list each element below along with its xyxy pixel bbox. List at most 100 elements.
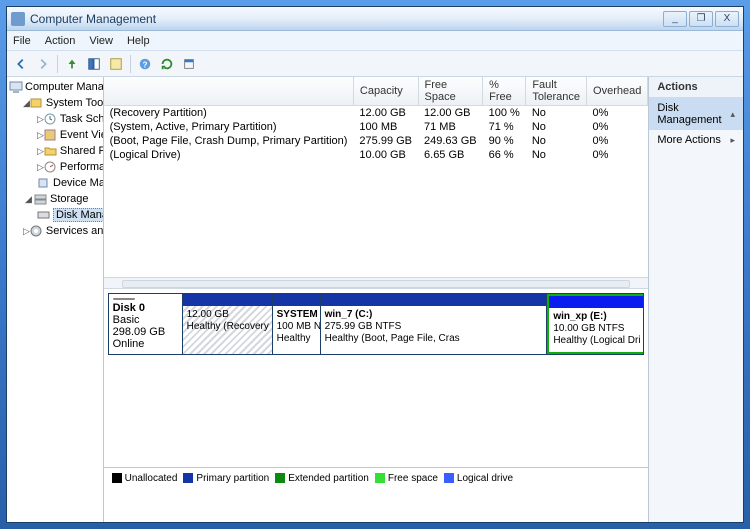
col-fault[interactable]: Fault Tolerance (526, 77, 587, 106)
up-button[interactable] (62, 54, 82, 74)
back-button[interactable] (11, 54, 31, 74)
show-hide-tree-button[interactable] (84, 54, 104, 74)
content-area: Computer Management (Local ◢System Tools… (7, 77, 743, 522)
disk-status: Online (113, 338, 178, 350)
storage-icon (34, 193, 48, 205)
tree-performance[interactable]: ▷Performance (9, 159, 101, 175)
disk-row[interactable]: Disk 0 Basic 298.09 GB Online 12.00 GB H… (108, 293, 645, 355)
partition-win7[interactable]: win_7 (C:) 275.99 GB NTFS Healthy (Boot,… (321, 294, 548, 354)
scrollbar-horizontal[interactable] (122, 280, 631, 288)
partition-body: win_7 (C:) 275.99 GB NTFS Healthy (Boot,… (321, 306, 547, 354)
clock-icon (44, 113, 58, 125)
col-free[interactable]: Free Space (418, 77, 483, 106)
menu-view[interactable]: View (89, 35, 113, 47)
expand-icon[interactable]: ▷ (37, 130, 44, 141)
table-row[interactable]: (Logical Drive)10.00 GB6.65 GB66 %No0% (104, 148, 648, 162)
actions-header: Actions (649, 77, 743, 98)
partition-cap (183, 294, 272, 306)
tree-root[interactable]: Computer Management (Local (9, 79, 101, 95)
help-button[interactable]: ? (135, 54, 155, 74)
titlebar[interactable]: Computer Management _ ❐ X (7, 7, 743, 31)
col-volume[interactable] (104, 77, 354, 106)
table-row[interactable]: (Boot, Page File, Crash Dump, Primary Pa… (104, 134, 648, 148)
partition-cap (321, 294, 547, 306)
tree-storage[interactable]: ◢Storage (9, 191, 101, 207)
toolbar-separator (130, 55, 131, 73)
menu-file[interactable]: File (13, 35, 31, 47)
expand-icon[interactable]: ▷ (37, 146, 44, 157)
partition-cap (549, 296, 643, 308)
partition-cap (273, 294, 320, 306)
minimize-button[interactable]: _ (663, 11, 687, 27)
partition-body: win_xp (E:) 10.00 GB NTFS Healthy (Logic… (549, 308, 643, 352)
partition-winxp[interactable]: win_xp (E:) 10.00 GB NTFS Healthy (Logic… (547, 294, 643, 354)
volume-list[interactable]: Capacity Free Space % Free Fault Toleran… (104, 77, 649, 277)
volume-table[interactable]: Capacity Free Space % Free Fault Toleran… (104, 77, 649, 162)
disk-icon (113, 298, 135, 300)
device-icon (37, 177, 51, 189)
swatch-primary (183, 473, 193, 483)
swatch-logical (444, 473, 454, 483)
partition-system[interactable]: SYSTEM 100 MB N Healthy (273, 294, 321, 354)
partition-recovery[interactable]: 12.00 GB Healthy (Recovery Pa (183, 294, 273, 354)
window-title: Computer Management (30, 12, 663, 26)
swatch-free (375, 473, 385, 483)
tree-services-apps[interactable]: ▷Services and Applications (9, 223, 101, 239)
swatch-unallocated (112, 473, 122, 483)
collapse-icon: ▴ (730, 109, 735, 120)
expand-icon[interactable]: ▷ (37, 162, 44, 173)
folder-icon (44, 145, 58, 157)
computer-icon (9, 81, 23, 93)
partition-body: 12.00 GB Healthy (Recovery Pa (183, 306, 272, 354)
refresh-button[interactable] (157, 54, 177, 74)
forward-button[interactable] (33, 54, 53, 74)
tree-systools[interactable]: ◢System Tools (9, 95, 101, 111)
partition-body: SYSTEM 100 MB N Healthy (273, 306, 320, 354)
actions-more[interactable]: More Actions▸ (649, 130, 743, 150)
disk-type: Basic (113, 314, 178, 326)
collapse-icon[interactable]: ◢ (23, 194, 34, 205)
expand-icon[interactable]: ▷ (37, 114, 44, 125)
disk-graphic-view[interactable]: Disk 0 Basic 298.09 GB Online 12.00 GB H… (104, 289, 649, 467)
app-icon (11, 12, 25, 26)
menu-help[interactable]: Help (127, 35, 150, 47)
settings-button[interactable] (179, 54, 199, 74)
nav-tree[interactable]: Computer Management (Local ◢System Tools… (7, 77, 104, 522)
tree-event-viewer[interactable]: ▷Event Viewer (9, 127, 101, 143)
properties-button[interactable] (106, 54, 126, 74)
swatch-extended (275, 473, 285, 483)
splitter[interactable] (104, 277, 649, 289)
col-pct[interactable]: % Free (483, 77, 526, 106)
menubar: File Action View Help (7, 31, 743, 51)
expand-icon[interactable]: ▷ (23, 226, 30, 237)
collapse-icon[interactable]: ◢ (23, 98, 30, 109)
chevron-right-icon: ▸ (730, 135, 735, 146)
toolbar-separator (57, 55, 58, 73)
menu-action[interactable]: Action (45, 35, 76, 47)
disk-name: Disk 0 (113, 302, 178, 314)
col-capacity[interactable]: Capacity (353, 77, 418, 106)
toolbar: ? (7, 51, 743, 77)
center-pane: Capacity Free Space % Free Fault Toleran… (104, 77, 650, 522)
col-overhead[interactable]: Overhead (587, 77, 648, 106)
svg-text:?: ? (143, 60, 148, 69)
tree-shared-folders[interactable]: ▷Shared Folders (9, 143, 101, 159)
close-button[interactable]: X (715, 11, 739, 27)
disk-size: 298.09 GB (113, 326, 178, 338)
computer-management-window: Computer Management _ ❐ X File Action Vi… (6, 6, 744, 523)
actions-disk-management[interactable]: Disk Management▴ (649, 98, 743, 130)
disk-header[interactable]: Disk 0 Basic 298.09 GB Online (109, 294, 183, 354)
maximize-button[interactable]: ❐ (689, 11, 713, 27)
disk-icon (37, 209, 51, 221)
tree-disk-management[interactable]: Disk Management (9, 207, 101, 223)
actions-pane: Actions Disk Management▴ More Actions▸ (649, 77, 743, 522)
tree-device-manager[interactable]: Device Manager (9, 175, 101, 191)
tools-icon (30, 97, 44, 109)
table-row[interactable]: (System, Active, Primary Partition)100 M… (104, 120, 648, 134)
event-icon (44, 129, 58, 141)
perf-icon (44, 161, 58, 173)
table-row[interactable]: (Recovery Partition)12.00 GB12.00 GB100 … (104, 106, 648, 121)
legend: Unallocated Primary partition Extended p… (104, 467, 649, 489)
tree-task-scheduler[interactable]: ▷Task Scheduler (9, 111, 101, 127)
services-icon (30, 225, 44, 237)
